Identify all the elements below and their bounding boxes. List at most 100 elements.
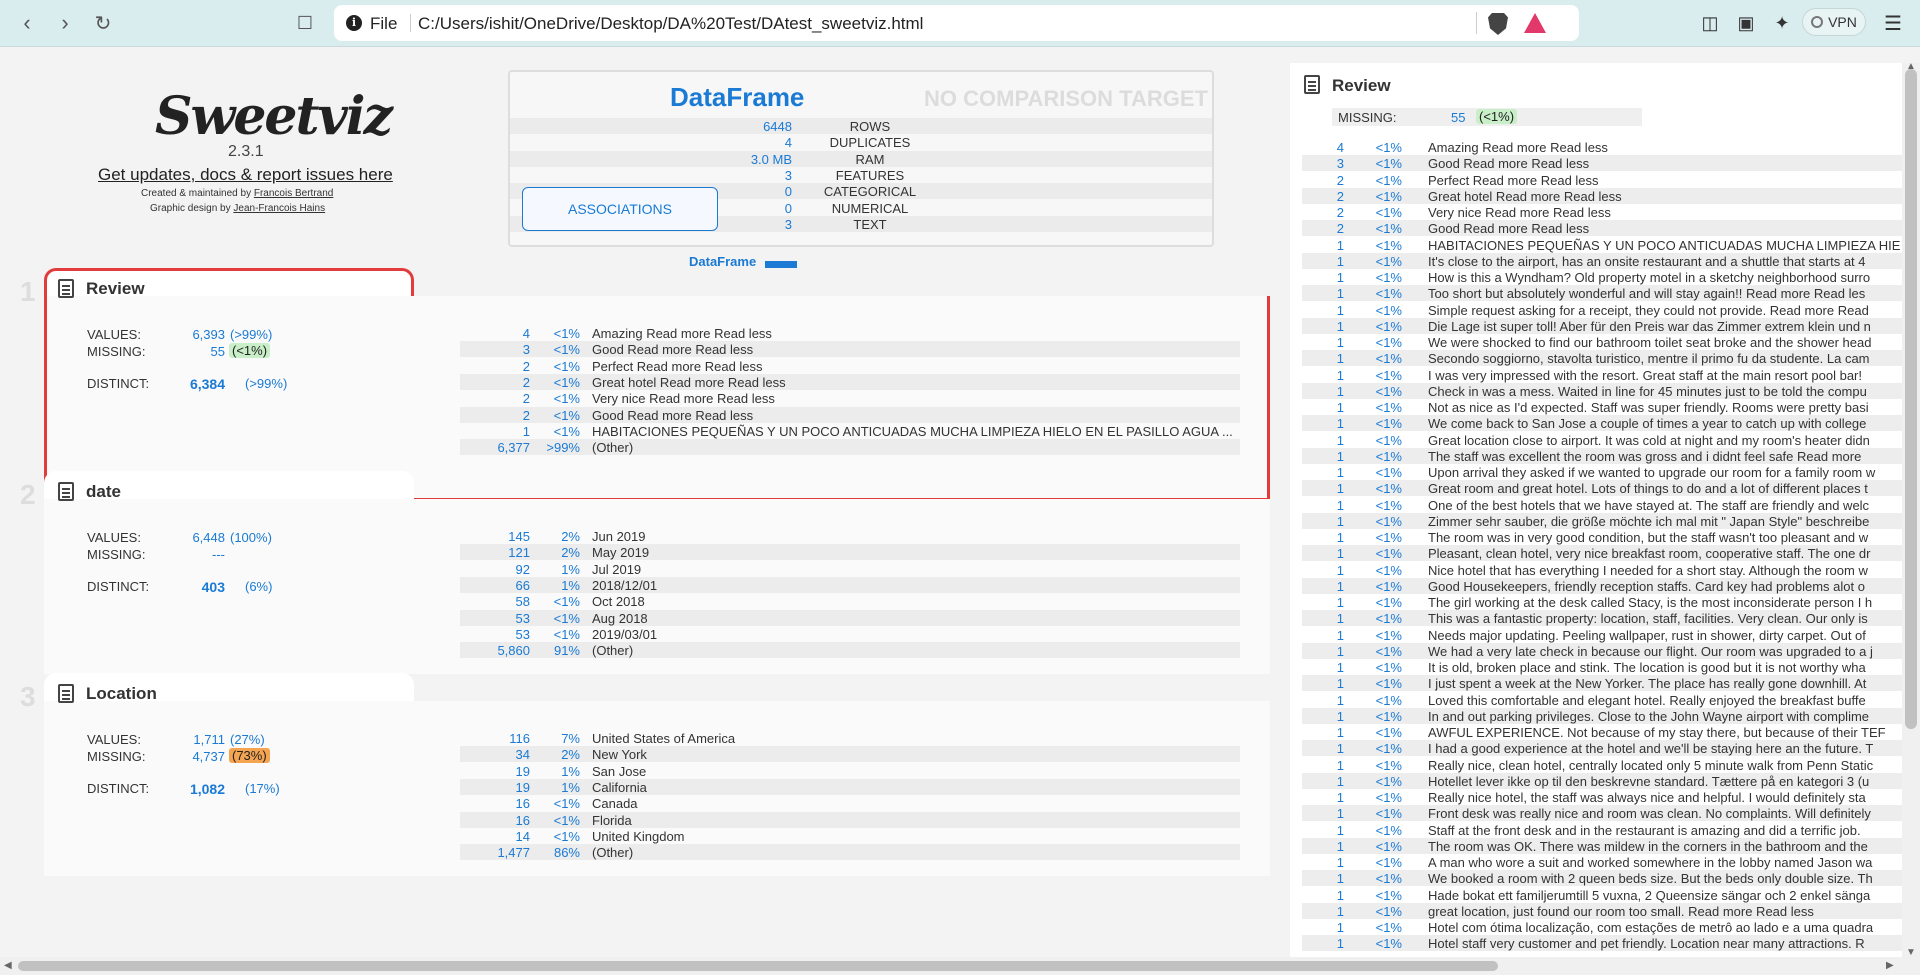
frequency-count: 2 (522, 358, 530, 374)
detail-row: 1 <1% Hade bokat ett familjerumtill 5 vuxn… (1302, 887, 1902, 903)
frequency-value: (Other) (592, 845, 634, 861)
address-bar[interactable]: i File C:/Users/ishit/OneDrive/Desktop/D… (334, 5, 1579, 41)
detail-count: 1 (1336, 383, 1344, 399)
url-text[interactable]: C:/Users/ishit/OneDrive/Desktop/DA%20Tes… (418, 14, 923, 34)
stat-distinct-pct: (17%) (245, 781, 280, 796)
scroll-left-icon[interactable]: ◀ (4, 960, 12, 971)
updates-link[interactable]: Get updates, docs & report issues here (98, 165, 393, 185)
frequency-pct: 2% (561, 529, 580, 544)
dataframe-title: DataFrame (670, 82, 805, 112)
detail-count: 1 (1336, 513, 1344, 529)
info-icon[interactable]: i (346, 15, 362, 31)
detail-pct: <1% (1375, 838, 1402, 854)
detail-count: 1 (1336, 595, 1344, 610)
feature-card-review[interactable]: Review VALUES: 6,393 (>99%) MISSING: 55 DISTIN… (44, 268, 1270, 501)
bookmark-icon[interactable]: ☐ (290, 8, 320, 38)
author-link[interactable]: Francois Bertrand (254, 188, 333, 199)
forward-icon[interactable]: › (50, 8, 80, 38)
frequency-row: 16 <1% Florida (460, 811, 1240, 828)
detail-value: Secondo soggiorno, stavolta turistico, m… (1428, 351, 1870, 367)
detail-count: 1 (1336, 660, 1344, 675)
detail-pct: <1% (1375, 790, 1402, 805)
menu-icon[interactable]: ☰ (1880, 10, 1906, 36)
designer-link[interactable]: Jean-Francois Hains (233, 203, 325, 214)
brave-shield-icon[interactable] (1488, 13, 1508, 35)
frequency-count: 34 (515, 747, 530, 763)
detail-value: Upon arrival they asked if we wanted to … (1428, 465, 1876, 480)
summary-row: 6448 ROWS (510, 118, 1212, 134)
frequency-value: United States of America (592, 731, 736, 746)
stat-missing: 55 (210, 344, 225, 359)
stat-values: 1,711 (193, 732, 225, 747)
frequency-count: 14 (515, 828, 530, 844)
wallet-icon[interactable]: ▣ (1733, 10, 1759, 36)
frequency-value: Good Read more Read less (592, 342, 754, 358)
frequency-count: 1,477 (497, 845, 530, 861)
frequency-row: 53 <1% 2019/03/01 (460, 626, 1240, 642)
frequency-count: 4 (522, 326, 530, 341)
detail-pct: <1% (1375, 335, 1402, 350)
leo-ai-icon[interactable]: ✦ (1769, 10, 1795, 36)
horizontal-scroll-thumb[interactable] (18, 961, 1498, 971)
stat-distinct-label: DISTINCT: (87, 781, 150, 796)
frequency-value: Good Read more Read less (592, 407, 754, 423)
frequency-count: 19 (515, 779, 530, 795)
frequency-row: 3 <1% Good Read more Read less (460, 341, 1240, 358)
associations-button[interactable]: ASSOCIATIONS (522, 187, 718, 231)
detail-row: 1 <1% I was very impressed with the resort… (1302, 367, 1902, 383)
frequency-row: 6,377 >99% (Other) (460, 439, 1240, 456)
vpn-button[interactable]: VPN (1802, 8, 1866, 36)
detail-row: 1 <1% Zimmer sehr sauber, die größe möchte… (1302, 512, 1902, 529)
reload-icon[interactable]: ↻ (88, 8, 118, 38)
brave-rewards-icon[interactable] (1524, 13, 1546, 33)
feature-card-location[interactable]: Location VALUES: 1,711 (27%) MISSING: 4,737 DI… (44, 673, 1270, 876)
detail-count: 1 (1336, 335, 1344, 350)
frequency-row: 34 2% New York (460, 746, 1240, 763)
detail-row: 1 <1% The staff was excellent the room was… (1302, 447, 1902, 464)
stat-distinct-pct: (6%) (245, 579, 273, 594)
feature-card-date[interactable]: date VALUES: 6,448 (100%) MISSING: --- DISTINC… (44, 471, 1270, 674)
detail-pct: <1% (1375, 757, 1402, 773)
frequency-pct: <1% (553, 342, 580, 358)
vertical-scroll-thumb[interactable] (1905, 69, 1917, 729)
frequency-pct: 1% (561, 763, 580, 779)
detail-pct: <1% (1375, 221, 1402, 237)
detail-count: 1 (1336, 806, 1344, 822)
frequency-value: Jul 2019 (592, 561, 642, 577)
detail-count: 1 (1336, 676, 1344, 692)
detail-pct: <1% (1375, 302, 1402, 318)
frequency-count: 2 (522, 374, 530, 390)
detail-row: 1 <1% Really nice hotel, the staff was alw… (1302, 789, 1902, 805)
back-icon[interactable]: ‹ (12, 8, 42, 38)
horizontal-scrollbar[interactable]: ◀ ▶ (0, 957, 1920, 975)
stat-distinct: 403 (201, 579, 225, 595)
frequency-value: United Kingdom (592, 828, 685, 844)
frequency-value: Oct 2018 (592, 594, 645, 610)
detail-count: 1 (1336, 286, 1344, 302)
detail-pct: <1% (1375, 448, 1402, 464)
frequency-value: Canada (592, 796, 638, 812)
detail-count: 1 (1336, 627, 1344, 643)
detail-row: 1 <1% Good Housekeepers, friendly receptio… (1302, 577, 1902, 594)
vertical-scrollbar[interactable]: ▲ ▼ (1902, 61, 1920, 963)
feature-name: Location (86, 684, 157, 703)
frequency-value: San Jose (592, 763, 647, 779)
scroll-right-icon[interactable]: ▶ (1886, 960, 1894, 971)
stat-values-label: VALUES: (87, 530, 141, 545)
frequency-pct: 1% (561, 561, 580, 577)
detail-count: 1 (1336, 465, 1344, 480)
sidebar-icon[interactable]: ◫ (1697, 10, 1723, 36)
design-credit: Graphic design by Jean-Francois Hains (150, 203, 325, 214)
detail-pct: <1% (1375, 546, 1402, 562)
detail-count: 1 (1336, 887, 1344, 903)
summary-row: 3 FEATURES (510, 167, 1212, 183)
detail-count: 1 (1336, 562, 1344, 578)
detail-count: 1 (1336, 741, 1344, 757)
detail-row: 3 <1% Good Read more Read less (1302, 155, 1902, 172)
summary-label: NUMERICAL (831, 200, 909, 216)
frequency-row: 19 1% San Jose (460, 763, 1240, 779)
stat-missing-label: MISSING: (87, 547, 146, 562)
detail-pct: <1% (1375, 383, 1402, 399)
stat-distinct-pct: (>99%) (245, 376, 288, 391)
detail-pct: <1% (1375, 188, 1402, 204)
